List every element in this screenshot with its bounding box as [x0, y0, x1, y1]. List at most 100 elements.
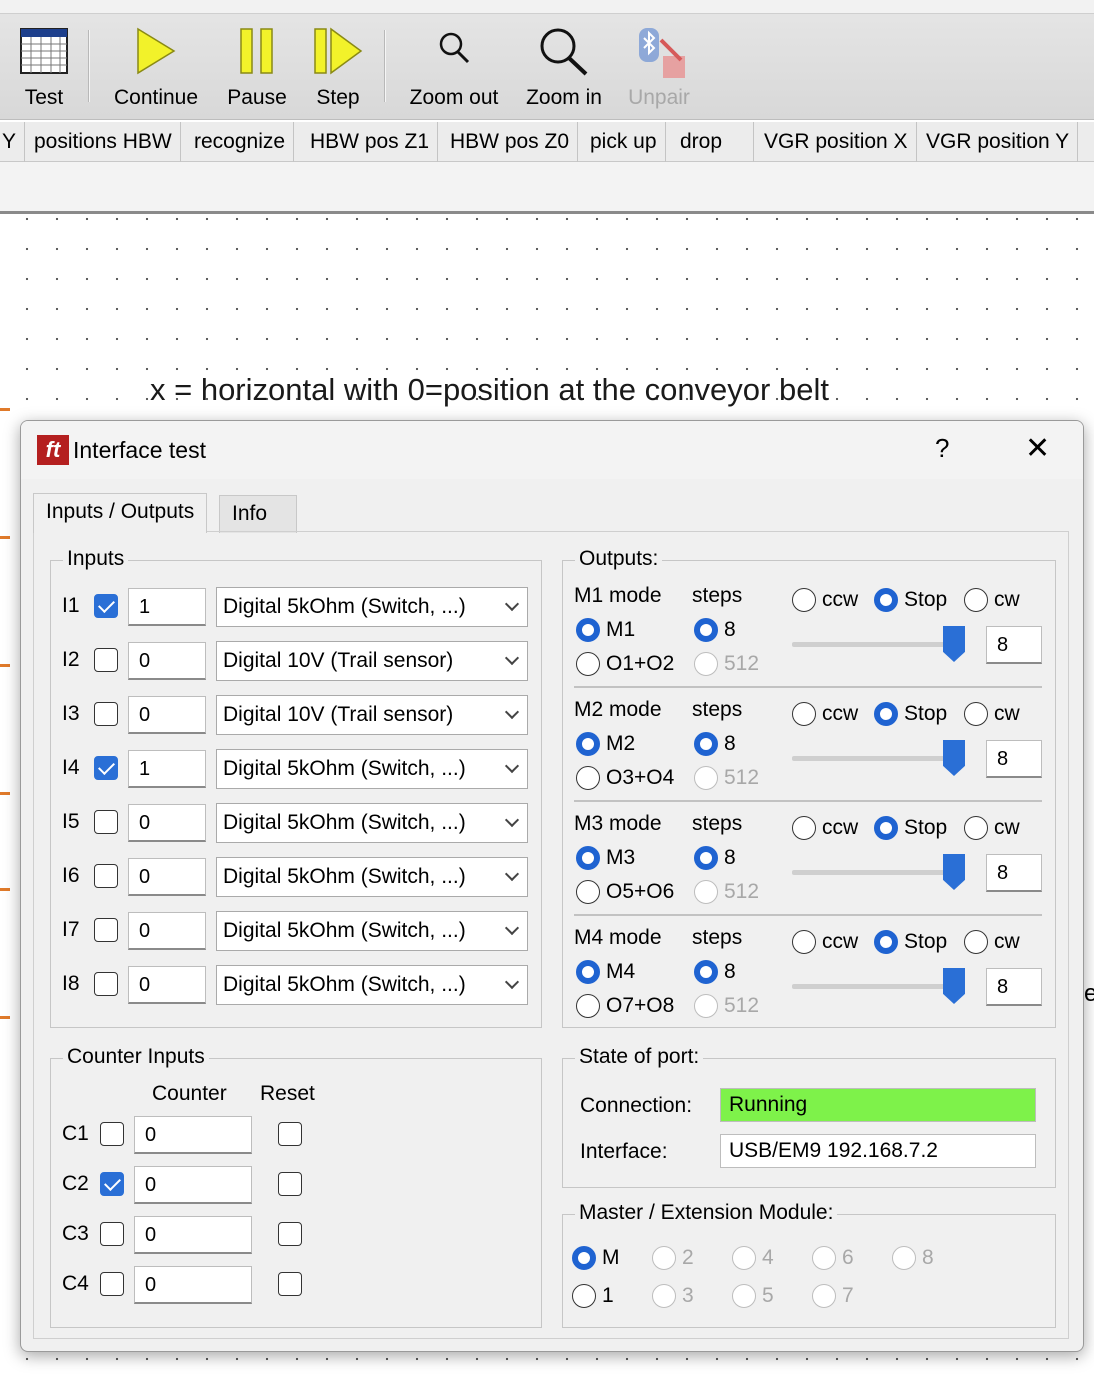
step-button[interactable]: Step: [306, 20, 370, 116]
module-radio[interactable]: [732, 1284, 756, 1308]
input-value-field[interactable]: 0: [128, 804, 206, 842]
speed-slider-track[interactable]: [792, 984, 964, 989]
input-value-field[interactable]: 0: [128, 912, 206, 950]
stop-radio[interactable]: [874, 930, 898, 954]
counter-checkbox[interactable]: [100, 1272, 124, 1296]
cw-radio[interactable]: [964, 816, 988, 840]
stop-radio[interactable]: [874, 588, 898, 612]
speed-value-field[interactable]: 8: [986, 854, 1042, 892]
input-mode-select[interactable]: Digital 5kOhm (Switch, ...): [216, 587, 528, 627]
motor-mode-radio[interactable]: [576, 732, 600, 756]
input-checkbox[interactable]: [94, 594, 118, 618]
continue-button[interactable]: Continue: [110, 20, 202, 116]
steps-8-radio[interactable]: [694, 732, 718, 756]
steps-8-radio[interactable]: [694, 960, 718, 984]
motor-mode-radio[interactable]: [576, 618, 600, 642]
input-value-field[interactable]: 1: [128, 750, 206, 788]
steps-8-radio[interactable]: [694, 846, 718, 870]
input-checkbox[interactable]: [94, 756, 118, 780]
input-checkbox[interactable]: [94, 810, 118, 834]
input-checkbox[interactable]: [94, 918, 118, 942]
counter-checkbox[interactable]: [100, 1122, 124, 1146]
module-radio[interactable]: [812, 1284, 836, 1308]
input-checkbox[interactable]: [94, 972, 118, 996]
input-value-field[interactable]: 0: [128, 642, 206, 680]
help-button[interactable]: ?: [935, 433, 949, 464]
module-radio[interactable]: [892, 1246, 916, 1270]
input-value-field[interactable]: 0: [128, 696, 206, 734]
motor-mode-radio[interactable]: [576, 846, 600, 870]
unpair-button[interactable]: Unpair: [622, 20, 696, 116]
ccw-radio[interactable]: [792, 588, 816, 612]
output-pair-radio[interactable]: [576, 994, 600, 1018]
program-tab-vgr-position-x[interactable]: VGR position X: [756, 122, 917, 162]
ccw-radio[interactable]: [792, 930, 816, 954]
steps-512-radio[interactable]: [694, 652, 718, 676]
counter-checkbox[interactable]: [100, 1222, 124, 1246]
program-tab-hbw-pos-z0[interactable]: HBW pos Z0: [442, 122, 579, 162]
program-tab-y[interactable]: Y: [0, 122, 26, 162]
test-button[interactable]: Test: [10, 20, 78, 116]
counter-value-field[interactable]: 0: [134, 1116, 252, 1154]
module-radio[interactable]: [652, 1284, 676, 1308]
input-checkbox[interactable]: [94, 648, 118, 672]
ccw-radio[interactable]: [792, 702, 816, 726]
speed-slider-track[interactable]: [792, 756, 964, 761]
zoom-in-button[interactable]: Zoom in: [522, 20, 606, 116]
input-value-field[interactable]: 0: [128, 966, 206, 1004]
tab-inputs-outputs[interactable]: Inputs / Outputs: [33, 493, 208, 533]
speed-value-field[interactable]: 8: [986, 740, 1042, 778]
close-button[interactable]: ✕: [1025, 431, 1050, 466]
input-checkbox[interactable]: [94, 702, 118, 726]
input-mode-select[interactable]: Digital 5kOhm (Switch, ...): [216, 803, 528, 843]
input-value-field[interactable]: 1: [128, 588, 206, 626]
program-tab-vgr-position-y[interactable]: VGR position Y: [918, 122, 1079, 162]
input-value-field[interactable]: 0: [128, 858, 206, 896]
output-pair-radio[interactable]: [576, 880, 600, 904]
output-pair-radio[interactable]: [576, 766, 600, 790]
motor-mode-radio[interactable]: [576, 960, 600, 984]
tab-info[interactable]: Info: [219, 495, 297, 533]
program-tab-hbw-pos-z1[interactable]: HBW pos Z1: [302, 122, 439, 162]
input-mode-select[interactable]: Digital 10V (Trail sensor): [216, 695, 528, 735]
output-pair-radio[interactable]: [576, 652, 600, 676]
input-mode-select[interactable]: Digital 5kOhm (Switch, ...): [216, 749, 528, 789]
input-mode-select[interactable]: Digital 5kOhm (Switch, ...): [216, 965, 528, 1005]
input-checkbox[interactable]: [94, 864, 118, 888]
cw-radio[interactable]: [964, 930, 988, 954]
zoom-out-button[interactable]: Zoom out: [404, 20, 504, 116]
module-radio[interactable]: [572, 1246, 596, 1270]
counter-reset-checkbox[interactable]: [278, 1272, 302, 1296]
program-tab-recognize[interactable]: recognize: [186, 122, 295, 162]
module-radio[interactable]: [572, 1284, 596, 1308]
input-mode-select[interactable]: Digital 5kOhm (Switch, ...): [216, 911, 528, 951]
input-mode-select[interactable]: Digital 5kOhm (Switch, ...): [216, 857, 528, 897]
speed-slider-track[interactable]: [792, 870, 964, 875]
module-radio[interactable]: [652, 1246, 676, 1270]
steps-8-radio[interactable]: [694, 618, 718, 642]
counter-value-field[interactable]: 0: [134, 1166, 252, 1204]
program-tab-pick-up[interactable]: pick up: [582, 122, 666, 162]
stop-radio[interactable]: [874, 816, 898, 840]
counter-value-field[interactable]: 0: [134, 1266, 252, 1304]
program-tab-positions-hbw[interactable]: positions HBW: [26, 122, 181, 162]
steps-512-radio[interactable]: [694, 766, 718, 790]
program-tab-drop[interactable]: drop: [672, 122, 754, 162]
steps-512-radio[interactable]: [694, 880, 718, 904]
speed-slider-track[interactable]: [792, 642, 964, 647]
counter-reset-checkbox[interactable]: [278, 1122, 302, 1146]
input-mode-select[interactable]: Digital 10V (Trail sensor): [216, 641, 528, 681]
counter-value-field[interactable]: 0: [134, 1216, 252, 1254]
counter-checkbox[interactable]: [100, 1172, 124, 1196]
module-radio[interactable]: [732, 1246, 756, 1270]
pause-button[interactable]: Pause: [222, 20, 292, 116]
stop-radio[interactable]: [874, 702, 898, 726]
cw-radio[interactable]: [964, 702, 988, 726]
steps-512-radio[interactable]: [694, 994, 718, 1018]
speed-value-field[interactable]: 8: [986, 626, 1042, 664]
ccw-radio[interactable]: [792, 816, 816, 840]
cw-radio[interactable]: [964, 588, 988, 612]
counter-reset-checkbox[interactable]: [278, 1222, 302, 1246]
speed-value-field[interactable]: 8: [986, 968, 1042, 1006]
counter-reset-checkbox[interactable]: [278, 1172, 302, 1196]
